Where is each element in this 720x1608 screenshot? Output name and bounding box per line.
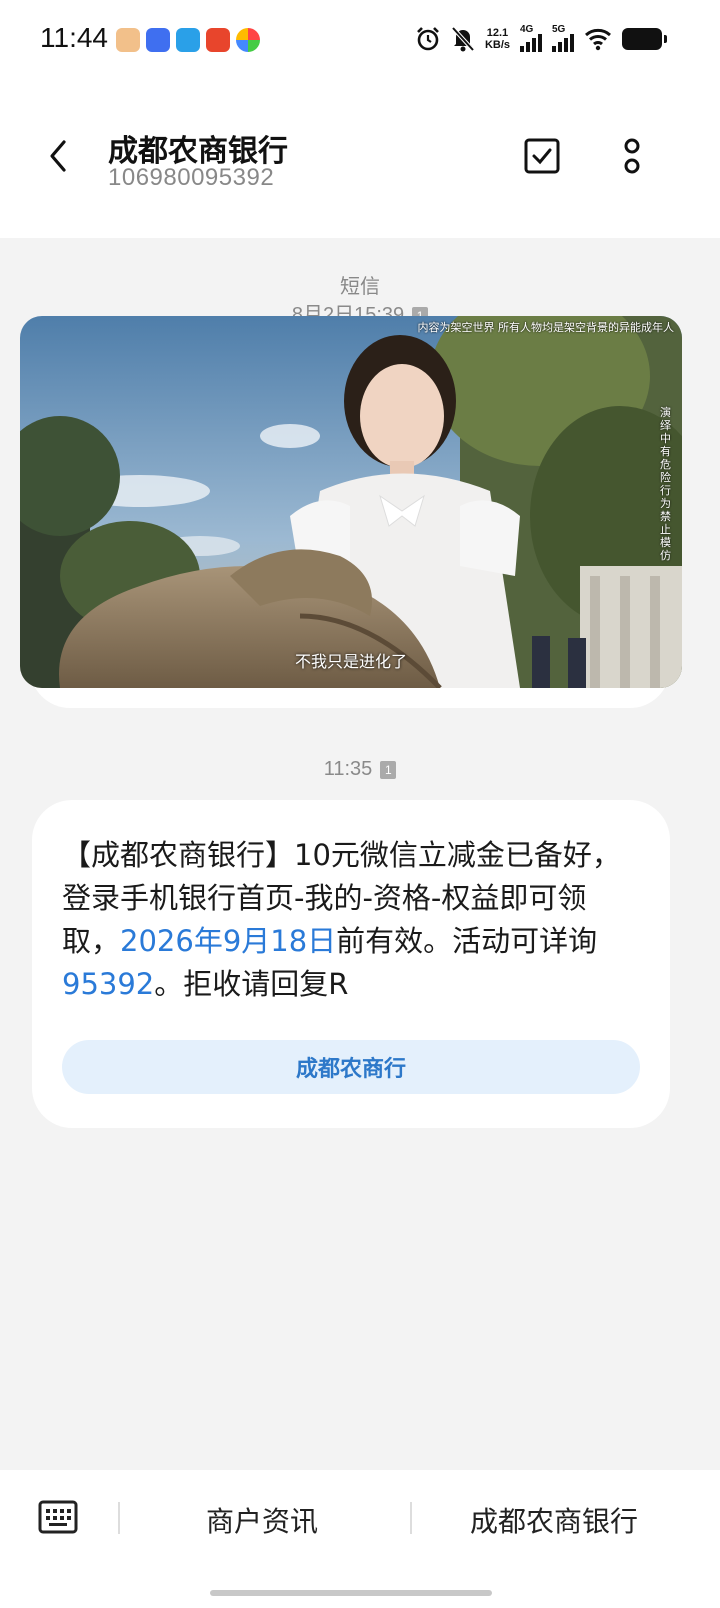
wifi-icon	[585, 28, 611, 51]
keyboard-button[interactable]	[38, 1500, 78, 1534]
app-notification-icon	[176, 28, 200, 52]
video-side-caption: 演绎中有危险行为 禁止模仿	[660, 406, 671, 562]
menu-divider	[410, 1502, 412, 1534]
video-frame	[20, 316, 682, 688]
alarm-icon	[417, 27, 439, 51]
menu-merchant-news[interactable]: 商户资讯	[206, 1500, 318, 1540]
phone-link[interactable]: 95392	[62, 967, 154, 1001]
bank-action-button[interactable]: 成都农商行	[62, 1040, 640, 1094]
notification-icons	[116, 28, 260, 52]
status-time: 11:44	[40, 22, 108, 53]
menu-divider	[118, 1502, 120, 1534]
signal-5g-icon: 5G	[552, 24, 574, 52]
back-button[interactable]	[36, 132, 80, 180]
message-time: 11:35 1	[0, 758, 720, 781]
signal-4g-icon: 4G	[520, 24, 542, 52]
keyboard-icon	[38, 1500, 78, 1534]
video-top-caption: 内容为架空世界 所有人物均是架空背景的异能成年人	[417, 321, 675, 334]
more-options-button[interactable]	[612, 132, 652, 180]
status-bar: 11:44 12.1 KB/s 4G 5G	[0, 0, 720, 84]
contact-number: 106980095392	[108, 164, 275, 191]
home-indicator[interactable]	[210, 1590, 492, 1596]
system-icons: 12.1 KB/s 4G 5G	[415, 24, 667, 52]
message-bubble[interactable]: 【成都农商银行】10元微信立减金已备好，登录手机银行首页-我的-资格-权益即可领…	[32, 800, 670, 1128]
back-arrow-icon	[50, 140, 66, 172]
battery-icon	[622, 28, 667, 50]
app-notification-icon	[116, 28, 140, 52]
select-messages-button[interactable]	[522, 136, 562, 176]
mute-icon	[451, 26, 475, 52]
conversation-header: 成都农商银行 106980095392	[0, 84, 720, 238]
checkbox-icon	[524, 138, 560, 174]
net-speed: 12.1 KB/s	[484, 27, 510, 51]
menu-bank[interactable]: 成都农商银行	[470, 1500, 638, 1540]
video-subtitle: 不我只是进化了	[294, 652, 407, 671]
more-vertical-icon	[624, 138, 640, 174]
chat-app-notification-icon	[146, 28, 170, 52]
date-link[interactable]: 2026年9月18日	[120, 924, 336, 958]
floating-video-player[interactable]: 内容为架空世界 所有人物均是架空背景的异能成年人 演绎中有危险行为 禁止模仿 不…	[20, 316, 682, 688]
app-notification-icon	[206, 28, 230, 52]
bottom-menu-bar: 商户资讯 成都农商银行	[0, 1470, 720, 1608]
sim-badge: 1	[380, 761, 397, 779]
app-notification-icon	[236, 28, 260, 52]
sms-label: 短信	[340, 274, 380, 298]
message-text: 【成都农商银行】10元微信立减金已备好，登录手机银行首页-我的-资格-权益即可领…	[62, 838, 621, 1001]
